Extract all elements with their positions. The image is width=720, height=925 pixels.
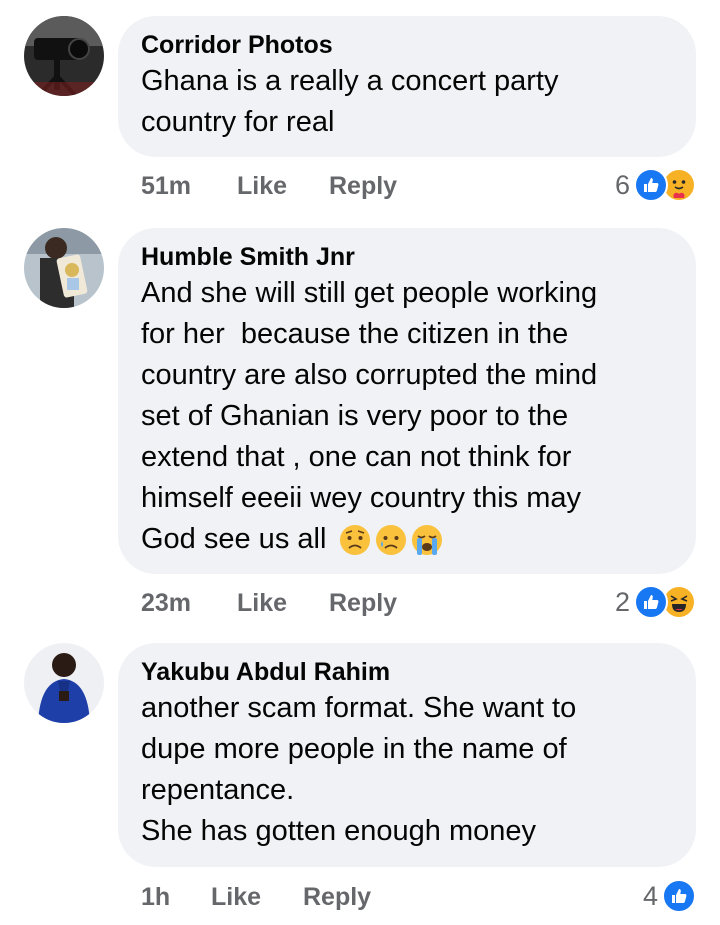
- comment-emojis: [338, 523, 444, 557]
- person-photo-avatar: [24, 228, 104, 308]
- comment-author[interactable]: Yakubu Abdul Rahim: [141, 656, 672, 688]
- reaction-count: 6: [614, 169, 630, 200]
- comment-bubble: Yakubu Abdul Rahim another scam format. …: [118, 643, 696, 867]
- comment-time[interactable]: 23m: [141, 587, 237, 619]
- comment-time[interactable]: 51m: [141, 170, 237, 202]
- like-button[interactable]: Like: [211, 881, 303, 913]
- comment-time[interactable]: 1h: [141, 881, 211, 913]
- crying-face-emoji: [412, 525, 443, 556]
- comment-actions: 51m Like Reply: [141, 170, 397, 202]
- comment-bubble: Corridor Photos Ghana is a really a conc…: [118, 16, 696, 157]
- worried-face-emoji: [340, 525, 371, 556]
- reaction-summary[interactable]: 2: [615, 585, 696, 619]
- comment-actions: 23m Like Reply: [141, 587, 397, 619]
- avatar[interactable]: [24, 228, 104, 308]
- like-icon: [662, 879, 696, 913]
- like-button[interactable]: Like: [237, 587, 329, 619]
- reaction-summary[interactable]: 6: [615, 168, 696, 202]
- like-button[interactable]: Like: [237, 170, 329, 202]
- comment-text: another scam format. She want to dupe mo…: [141, 692, 577, 847]
- comment-author[interactable]: Humble Smith Jnr: [141, 241, 672, 273]
- person-photo-avatar: [24, 643, 104, 723]
- comment-text: Ghana is a really a concert party countr…: [141, 65, 559, 138]
- like-icon: [634, 168, 668, 202]
- comment-text-body: And she will still get people working fo…: [141, 277, 598, 555]
- comment-bubble: Humble Smith Jnr And she will still get …: [118, 228, 696, 574]
- comment-author[interactable]: Corridor Photos: [141, 29, 672, 61]
- reply-button[interactable]: Reply: [329, 587, 397, 619]
- reply-button[interactable]: Reply: [303, 881, 371, 913]
- like-icon: [634, 585, 668, 619]
- camera-photo-avatar: [24, 16, 104, 96]
- reply-button[interactable]: Reply: [329, 170, 397, 202]
- avatar[interactable]: [24, 16, 104, 96]
- comment-actions: 1h Like Reply: [141, 881, 371, 913]
- avatar[interactable]: [24, 643, 104, 723]
- reaction-summary[interactable]: 4: [643, 879, 696, 913]
- reaction-count: 4: [642, 880, 658, 911]
- sad-tear-face-emoji: [376, 525, 407, 556]
- comment-text: And she will still get people working fo…: [141, 273, 672, 560]
- reaction-count: 2: [614, 586, 630, 617]
